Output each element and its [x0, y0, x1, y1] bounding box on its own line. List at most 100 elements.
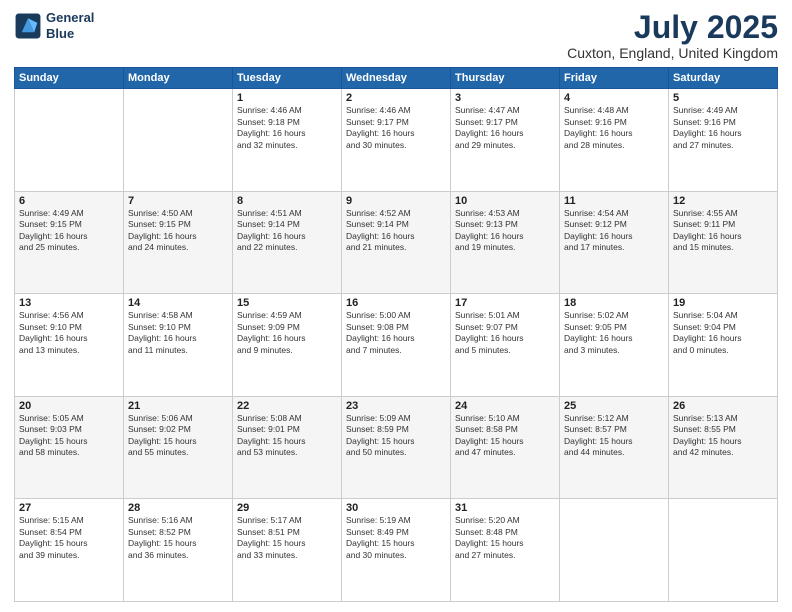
day-number: 28 [128, 502, 228, 514]
day-number: 13 [19, 297, 119, 309]
day-number: 20 [19, 400, 119, 412]
calendar-cell: 15Sunrise: 4:59 AM Sunset: 9:09 PM Dayli… [233, 294, 342, 397]
cell-info: Sunrise: 5:20 AM Sunset: 8:48 PM Dayligh… [455, 515, 555, 561]
main-title: July 2025 [567, 10, 778, 45]
cell-info: Sunrise: 4:53 AM Sunset: 9:13 PM Dayligh… [455, 208, 555, 254]
day-number: 26 [673, 400, 773, 412]
week-row-1: 1Sunrise: 4:46 AM Sunset: 9:18 PM Daylig… [15, 89, 778, 192]
calendar-cell: 23Sunrise: 5:09 AM Sunset: 8:59 PM Dayli… [342, 396, 451, 499]
cell-info: Sunrise: 4:52 AM Sunset: 9:14 PM Dayligh… [346, 208, 446, 254]
day-number: 6 [19, 195, 119, 207]
header: General Blue July 2025 Cuxton, England, … [14, 10, 778, 61]
calendar-cell: 26Sunrise: 5:13 AM Sunset: 8:55 PM Dayli… [669, 396, 778, 499]
logo: General Blue [14, 10, 94, 41]
cell-info: Sunrise: 5:17 AM Sunset: 8:51 PM Dayligh… [237, 515, 337, 561]
week-row-3: 13Sunrise: 4:56 AM Sunset: 9:10 PM Dayli… [15, 294, 778, 397]
calendar-table: SundayMondayTuesdayWednesdayThursdayFrid… [14, 67, 778, 602]
cell-info: Sunrise: 4:50 AM Sunset: 9:15 PM Dayligh… [128, 208, 228, 254]
cell-info: Sunrise: 4:59 AM Sunset: 9:09 PM Dayligh… [237, 310, 337, 356]
calendar-header-row: SundayMondayTuesdayWednesdayThursdayFrid… [15, 68, 778, 89]
calendar-cell: 29Sunrise: 5:17 AM Sunset: 8:51 PM Dayli… [233, 499, 342, 602]
cell-info: Sunrise: 4:46 AM Sunset: 9:18 PM Dayligh… [237, 105, 337, 151]
calendar-cell: 21Sunrise: 5:06 AM Sunset: 9:02 PM Dayli… [124, 396, 233, 499]
day-number: 31 [455, 502, 555, 514]
day-number: 23 [346, 400, 446, 412]
calendar-cell: 3Sunrise: 4:47 AM Sunset: 9:17 PM Daylig… [451, 89, 560, 192]
calendar-cell [15, 89, 124, 192]
cell-info: Sunrise: 4:54 AM Sunset: 9:12 PM Dayligh… [564, 208, 664, 254]
cell-info: Sunrise: 4:51 AM Sunset: 9:14 PM Dayligh… [237, 208, 337, 254]
cell-info: Sunrise: 5:05 AM Sunset: 9:03 PM Dayligh… [19, 413, 119, 459]
calendar-cell: 9Sunrise: 4:52 AM Sunset: 9:14 PM Daylig… [342, 191, 451, 294]
week-row-5: 27Sunrise: 5:15 AM Sunset: 8:54 PM Dayli… [15, 499, 778, 602]
day-number: 14 [128, 297, 228, 309]
cell-info: Sunrise: 4:55 AM Sunset: 9:11 PM Dayligh… [673, 208, 773, 254]
calendar-cell: 18Sunrise: 5:02 AM Sunset: 9:05 PM Dayli… [560, 294, 669, 397]
day-number: 17 [455, 297, 555, 309]
cell-info: Sunrise: 5:19 AM Sunset: 8:49 PM Dayligh… [346, 515, 446, 561]
generalblue-logo-icon [14, 12, 42, 40]
cell-info: Sunrise: 4:49 AM Sunset: 9:16 PM Dayligh… [673, 105, 773, 151]
col-header-friday: Friday [560, 68, 669, 89]
day-number: 24 [455, 400, 555, 412]
day-number: 15 [237, 297, 337, 309]
cell-info: Sunrise: 5:10 AM Sunset: 8:58 PM Dayligh… [455, 413, 555, 459]
cell-info: Sunrise: 5:16 AM Sunset: 8:52 PM Dayligh… [128, 515, 228, 561]
day-number: 16 [346, 297, 446, 309]
day-number: 2 [346, 92, 446, 104]
cell-info: Sunrise: 5:00 AM Sunset: 9:08 PM Dayligh… [346, 310, 446, 356]
calendar-cell: 27Sunrise: 5:15 AM Sunset: 8:54 PM Dayli… [15, 499, 124, 602]
calendar-cell: 25Sunrise: 5:12 AM Sunset: 8:57 PM Dayli… [560, 396, 669, 499]
cell-info: Sunrise: 5:15 AM Sunset: 8:54 PM Dayligh… [19, 515, 119, 561]
calendar-cell: 13Sunrise: 4:56 AM Sunset: 9:10 PM Dayli… [15, 294, 124, 397]
day-number: 29 [237, 502, 337, 514]
week-row-2: 6Sunrise: 4:49 AM Sunset: 9:15 PM Daylig… [15, 191, 778, 294]
day-number: 21 [128, 400, 228, 412]
calendar-cell: 30Sunrise: 5:19 AM Sunset: 8:49 PM Dayli… [342, 499, 451, 602]
cell-info: Sunrise: 5:06 AM Sunset: 9:02 PM Dayligh… [128, 413, 228, 459]
page: General Blue July 2025 Cuxton, England, … [0, 0, 792, 612]
cell-info: Sunrise: 5:02 AM Sunset: 9:05 PM Dayligh… [564, 310, 664, 356]
col-header-thursday: Thursday [451, 68, 560, 89]
calendar-cell: 14Sunrise: 4:58 AM Sunset: 9:10 PM Dayli… [124, 294, 233, 397]
cell-info: Sunrise: 5:08 AM Sunset: 9:01 PM Dayligh… [237, 413, 337, 459]
calendar-cell: 10Sunrise: 4:53 AM Sunset: 9:13 PM Dayli… [451, 191, 560, 294]
calendar-cell [669, 499, 778, 602]
cell-info: Sunrise: 5:04 AM Sunset: 9:04 PM Dayligh… [673, 310, 773, 356]
calendar-cell: 12Sunrise: 4:55 AM Sunset: 9:11 PM Dayli… [669, 191, 778, 294]
calendar-cell: 4Sunrise: 4:48 AM Sunset: 9:16 PM Daylig… [560, 89, 669, 192]
day-number: 10 [455, 195, 555, 207]
cell-info: Sunrise: 4:48 AM Sunset: 9:16 PM Dayligh… [564, 105, 664, 151]
day-number: 12 [673, 195, 773, 207]
calendar-cell: 31Sunrise: 5:20 AM Sunset: 8:48 PM Dayli… [451, 499, 560, 602]
day-number: 18 [564, 297, 664, 309]
day-number: 22 [237, 400, 337, 412]
day-number: 9 [346, 195, 446, 207]
col-header-wednesday: Wednesday [342, 68, 451, 89]
calendar-cell: 22Sunrise: 5:08 AM Sunset: 9:01 PM Dayli… [233, 396, 342, 499]
day-number: 30 [346, 502, 446, 514]
cell-info: Sunrise: 4:56 AM Sunset: 9:10 PM Dayligh… [19, 310, 119, 356]
calendar-cell: 17Sunrise: 5:01 AM Sunset: 9:07 PM Dayli… [451, 294, 560, 397]
calendar-cell: 2Sunrise: 4:46 AM Sunset: 9:17 PM Daylig… [342, 89, 451, 192]
col-header-monday: Monday [124, 68, 233, 89]
cell-info: Sunrise: 4:46 AM Sunset: 9:17 PM Dayligh… [346, 105, 446, 151]
calendar-cell: 19Sunrise: 5:04 AM Sunset: 9:04 PM Dayli… [669, 294, 778, 397]
week-row-4: 20Sunrise: 5:05 AM Sunset: 9:03 PM Dayli… [15, 396, 778, 499]
cell-info: Sunrise: 5:13 AM Sunset: 8:55 PM Dayligh… [673, 413, 773, 459]
day-number: 3 [455, 92, 555, 104]
calendar-cell: 8Sunrise: 4:51 AM Sunset: 9:14 PM Daylig… [233, 191, 342, 294]
day-number: 27 [19, 502, 119, 514]
calendar-cell: 1Sunrise: 4:46 AM Sunset: 9:18 PM Daylig… [233, 89, 342, 192]
day-number: 7 [128, 195, 228, 207]
day-number: 5 [673, 92, 773, 104]
calendar-cell: 20Sunrise: 5:05 AM Sunset: 9:03 PM Dayli… [15, 396, 124, 499]
calendar-cell: 24Sunrise: 5:10 AM Sunset: 8:58 PM Dayli… [451, 396, 560, 499]
calendar-cell: 7Sunrise: 4:50 AM Sunset: 9:15 PM Daylig… [124, 191, 233, 294]
calendar-cell: 5Sunrise: 4:49 AM Sunset: 9:16 PM Daylig… [669, 89, 778, 192]
cell-info: Sunrise: 4:49 AM Sunset: 9:15 PM Dayligh… [19, 208, 119, 254]
day-number: 4 [564, 92, 664, 104]
col-header-tuesday: Tuesday [233, 68, 342, 89]
calendar-cell: 16Sunrise: 5:00 AM Sunset: 9:08 PM Dayli… [342, 294, 451, 397]
cell-info: Sunrise: 4:58 AM Sunset: 9:10 PM Dayligh… [128, 310, 228, 356]
